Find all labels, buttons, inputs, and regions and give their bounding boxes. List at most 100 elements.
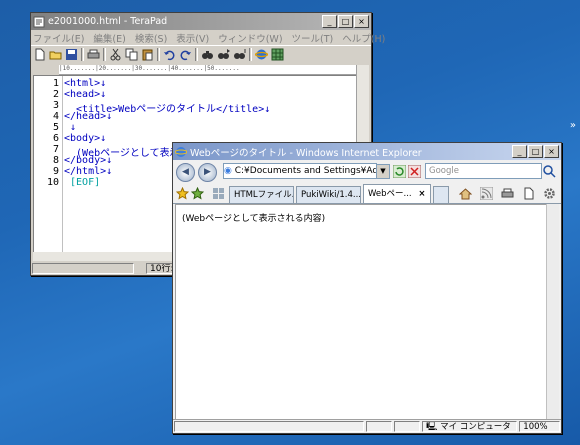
grid-icon[interactable] (271, 48, 284, 61)
find-next-icon[interactable] (217, 48, 230, 61)
tab-webpage[interactable]: Webペー... × (363, 184, 431, 203)
toolbar-separator (81, 48, 84, 61)
maximize-button[interactable]: □ (338, 15, 353, 28)
print-icon[interactable] (87, 48, 100, 61)
line-number: 7 (52, 144, 59, 155)
minimize-button[interactable]: _ (512, 145, 527, 158)
browser-preview-icon[interactable] (255, 48, 268, 61)
status-cell (174, 421, 364, 432)
tools-gear-icon[interactable] (543, 187, 556, 200)
status-cell (32, 263, 134, 274)
forward-button[interactable]: ▶ (198, 162, 217, 182)
page-content[interactable]: (Webページとして表示される内容) (175, 204, 549, 420)
tab-label: HTMLファイル... (234, 190, 294, 200)
line-number: 1 (52, 78, 59, 89)
address-text: C:¥Documents and Settings¥Administra (234, 166, 377, 176)
zone-status: 🖳 マイ コンピュータ (422, 421, 518, 432)
address-bar[interactable]: ◉ C:¥Documents and Settings¥Administra (223, 163, 377, 179)
close-button[interactable]: × (354, 15, 369, 28)
page-icon: ◉ (224, 166, 232, 176)
line-number: 5 (52, 122, 59, 133)
add-favorites-icon[interactable] (191, 187, 204, 200)
back-button[interactable]: ◀ (176, 162, 195, 182)
terapad-toolbar (31, 45, 371, 63)
cut-icon[interactable] (109, 48, 122, 61)
close-button[interactable]: × (544, 145, 559, 158)
find-icon[interactable] (201, 48, 214, 61)
tab-row: HTMLファイル... PukiWiki/1.4... Webペー... × (173, 183, 561, 204)
menu-file[interactable]: ファイル(E) (33, 31, 84, 45)
menu-view[interactable]: 表示(V) (176, 31, 209, 45)
maximize-button[interactable]: □ (528, 145, 543, 158)
menu-edit[interactable]: 編集(E) (93, 31, 125, 45)
open-folder-icon[interactable] (49, 48, 62, 61)
zone-label: マイ コンピュータ (440, 422, 511, 432)
computer-icon: 🖳 (426, 422, 438, 432)
ie-window: Webページのタイトル - Windows Internet Explorer … (172, 142, 562, 434)
save-icon[interactable] (65, 48, 78, 61)
print-icon[interactable] (501, 187, 514, 200)
code-line: ↓ (64, 122, 77, 133)
terapad-titlebar[interactable]: e2001000.html - TeraPad _ □ × (31, 13, 371, 30)
line-number: 4 (52, 111, 59, 122)
ie-titlebar[interactable]: Webページのタイトル - Windows Internet Explorer … (173, 143, 561, 160)
toolbar-separator (249, 48, 252, 61)
new-file-icon[interactable] (33, 48, 46, 61)
copy-icon[interactable] (125, 48, 138, 61)
minimize-button[interactable]: _ (322, 15, 337, 28)
zoom-level: 100% (523, 422, 548, 432)
menu-tools[interactable]: ツール(T) (292, 31, 334, 45)
status-cell (365, 421, 392, 432)
code-line: </body>↓ (64, 155, 113, 166)
address-row: ◀ ▶ ◉ C:¥Documents and Settings¥Administ… (173, 161, 561, 183)
new-tab-button[interactable] (433, 186, 449, 203)
line-number: 3 (52, 100, 59, 111)
refresh-icon[interactable] (393, 165, 406, 178)
menu-search[interactable]: 検索(S) (135, 31, 167, 45)
line-number: 9 (52, 166, 59, 177)
zoom-control[interactable]: 100% (519, 421, 560, 432)
line-number: 2 (52, 89, 59, 100)
line-number-gutter: 1 2 3 4 5 6 7 8 9 10 (34, 76, 63, 252)
page-body-text: (Webページとして表示される内容) (182, 214, 326, 224)
ie-title: Webページのタイトル - Windows Internet Explorer (190, 147, 422, 159)
redo-icon[interactable] (179, 48, 192, 61)
tab-html-file[interactable]: HTMLファイル... (229, 186, 294, 203)
toolbar-separator (157, 48, 160, 61)
tab-label: Webペー... (368, 189, 412, 199)
menu-help[interactable]: ヘルプ(H) (342, 31, 385, 45)
search-icon[interactable] (542, 164, 556, 178)
toolbar-separator (195, 48, 198, 61)
status-cell (393, 421, 421, 432)
vertical-scrollbar[interactable] (546, 204, 559, 420)
page-menu-icon[interactable] (522, 187, 535, 200)
code-line: <html>↓ (64, 78, 107, 89)
code-line: <body>↓ (64, 133, 107, 144)
column-ruler: |10.......|20.......|30.......|40.......… (59, 65, 369, 75)
address-dropdown-button[interactable]: ▼ (376, 164, 390, 179)
quick-tabs-icon[interactable] (212, 187, 225, 200)
feeds-icon[interactable] (480, 187, 493, 200)
find-prev-icon[interactable] (233, 48, 246, 61)
menu-window[interactable]: ウィンドウ(W) (218, 31, 282, 45)
tab-label: PukiWiki/1.4... (301, 190, 361, 200)
taskbar-expand-icon[interactable]: » (570, 120, 576, 131)
favorites-star-icon[interactable] (176, 187, 189, 200)
stop-icon[interactable] (408, 165, 421, 178)
tab-pukiwiki[interactable]: PukiWiki/1.4... (296, 186, 361, 203)
code-line: </html>↓ (64, 166, 113, 177)
tab-close-icon[interactable]: × (418, 189, 425, 199)
terapad-app-icon (33, 16, 45, 27)
terapad-menubar: ファイル(E) 編集(E) 検索(S) 表示(V) ウィンドウ(W) ツール(T… (31, 30, 385, 45)
toolbar-separator (103, 48, 106, 61)
home-icon[interactable] (459, 187, 472, 200)
undo-icon[interactable] (163, 48, 176, 61)
search-input[interactable]: Google (425, 163, 542, 179)
line-number: 10 (46, 177, 59, 188)
ie-statusbar: 🖳 マイ コンピュータ 100% (173, 419, 561, 433)
code-line: <head>↓ (64, 89, 107, 100)
line-number: 8 (52, 155, 59, 166)
terapad-title: e2001000.html - TeraPad (48, 16, 168, 27)
paste-icon[interactable] (141, 48, 154, 61)
line-number: 6 (52, 133, 59, 144)
